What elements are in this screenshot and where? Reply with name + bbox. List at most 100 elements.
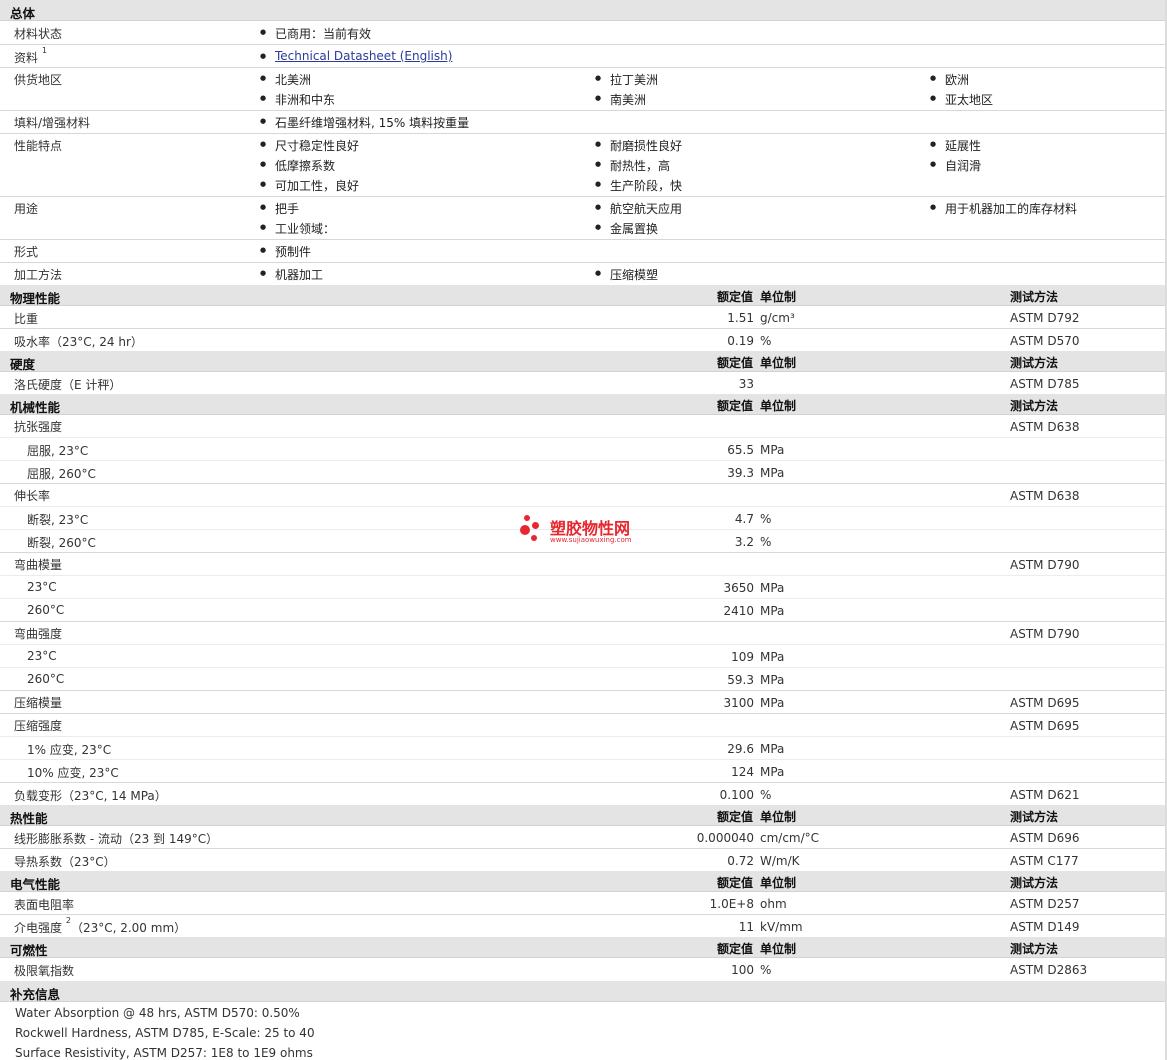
section-title: 物理性能 bbox=[10, 291, 61, 306]
use-item: 工业领域： bbox=[260, 220, 335, 237]
column-unit-header: 单位制 bbox=[760, 810, 797, 824]
property-label: 抗张强度 bbox=[14, 420, 63, 434]
property-method: ASTM D257 bbox=[1010, 897, 1080, 911]
column-method-header: 测试方法 bbox=[1010, 876, 1059, 890]
property-value: 0.72 bbox=[727, 854, 754, 868]
property-label: 负载变形（23°C, 14 MPa） bbox=[14, 789, 167, 803]
property-unit: % bbox=[760, 535, 772, 549]
property-method: ASTM D696 bbox=[1010, 831, 1080, 845]
property-unit: % bbox=[760, 334, 772, 348]
property-label: 吸水率（23°C, 24 hr） bbox=[14, 335, 143, 349]
column-method-header: 测试方法 bbox=[1010, 290, 1059, 304]
property-label: 弯曲模量 bbox=[14, 558, 63, 572]
property-method: ASTM D570 bbox=[1010, 334, 1080, 348]
use-item: 航空航天应用 bbox=[595, 200, 682, 217]
property-method: ASTM D695 bbox=[1010, 719, 1080, 733]
section-header-thermal: 热性能 额定值 单位制 测试方法 bbox=[0, 805, 1167, 826]
property-label: 比重 bbox=[14, 312, 39, 326]
column-value-header: 额定值 bbox=[716, 876, 753, 890]
property-sublabel: 断裂, 260°C bbox=[27, 536, 96, 550]
column-method-header: 测试方法 bbox=[1010, 810, 1059, 824]
docs-label: 资料 1 bbox=[14, 46, 47, 65]
section-title: 硬度 bbox=[10, 357, 36, 372]
region-item: 南美洲 bbox=[595, 91, 646, 108]
column-unit-header: 单位制 bbox=[760, 942, 797, 956]
use-item: 把手 bbox=[260, 200, 299, 217]
property-unit: MPa bbox=[760, 581, 785, 595]
watermark-url: www.sujiaowuxing.com bbox=[550, 536, 632, 544]
form-value: 预制件 bbox=[260, 243, 311, 260]
regions-label: 供货地区 bbox=[14, 73, 63, 87]
section-title: 总体 bbox=[10, 6, 36, 21]
property-unit: MPa bbox=[760, 443, 785, 457]
property-value: 33 bbox=[738, 377, 754, 391]
property-unit: W/m/K bbox=[760, 854, 800, 868]
feature-item: 尺寸稳定性良好 bbox=[260, 137, 359, 154]
column-unit-header: 单位制 bbox=[760, 356, 797, 370]
property-value: 1.0E+8 bbox=[709, 897, 754, 911]
property-label: 压缩模量 bbox=[14, 696, 63, 710]
property-unit: cm/cm/°C bbox=[760, 831, 820, 845]
section-header-supplement: 补充信息 bbox=[0, 981, 1167, 1002]
supplement-note: Surface Resistivity, ASTM D257: 1E8 to 1… bbox=[15, 1046, 313, 1060]
feature-item: 生产阶段，快 bbox=[595, 177, 682, 194]
feature-item: 可加工性，良好 bbox=[260, 177, 359, 194]
column-method-header: 测试方法 bbox=[1010, 356, 1059, 370]
property-method: ASTM D621 bbox=[1010, 788, 1080, 802]
property-method: ASTM D638 bbox=[1010, 420, 1080, 434]
section-header-hardness: 硬度 额定值 单位制 测试方法 bbox=[0, 351, 1167, 372]
section-title: 可燃性 bbox=[10, 943, 48, 958]
property-label: 极限氧指数 bbox=[14, 964, 75, 978]
property-method: ASTM C177 bbox=[1010, 854, 1079, 868]
watermark-logo: 塑胶物性网 www.sujiaowuxing.com bbox=[520, 513, 660, 549]
property-sublabel: 23°C bbox=[27, 580, 57, 594]
property-unit: MPa bbox=[760, 604, 785, 618]
property-sublabel: 1% 应变, 23°C bbox=[27, 743, 112, 757]
feature-item: 耐热性，高 bbox=[595, 157, 670, 174]
property-value: 4.7 bbox=[734, 512, 754, 526]
feature-item: 耐磨损性良好 bbox=[595, 137, 682, 154]
property-method: ASTM D2863 bbox=[1010, 963, 1088, 977]
form-label: 形式 bbox=[14, 245, 39, 259]
property-label: 导热系数（23°C） bbox=[14, 855, 116, 869]
property-value: 65.5 bbox=[727, 443, 754, 457]
property-sublabel: 10% 应变, 23°C bbox=[27, 766, 119, 780]
feature-item: 延展性 bbox=[930, 137, 981, 154]
column-value-header: 额定值 bbox=[716, 810, 753, 824]
column-method-header: 测试方法 bbox=[1010, 942, 1059, 956]
property-unit: % bbox=[760, 788, 772, 802]
section-title: 电气性能 bbox=[10, 877, 61, 892]
property-method: ASTM D785 bbox=[1010, 377, 1080, 391]
feature-item: 低摩擦系数 bbox=[260, 157, 335, 174]
features-label: 性能特点 bbox=[14, 139, 63, 153]
property-method: ASTM D695 bbox=[1010, 696, 1080, 710]
process-item: 机器加工 bbox=[260, 266, 323, 283]
property-sublabel: 260°C bbox=[27, 603, 65, 617]
property-value: 59.3 bbox=[727, 673, 754, 687]
section-header-general: 总体 bbox=[0, 0, 1167, 21]
property-unit: kV/mm bbox=[760, 920, 803, 934]
property-label: 伸长率 bbox=[14, 489, 51, 503]
region-item: 亚太地区 bbox=[930, 91, 993, 108]
use-item: 金属置换 bbox=[595, 220, 658, 237]
column-value-header: 额定值 bbox=[716, 942, 753, 956]
property-value: 0.100 bbox=[719, 788, 754, 802]
column-method-header: 测试方法 bbox=[1010, 399, 1059, 413]
status-label: 材料状态 bbox=[14, 27, 63, 41]
property-value: 3.2 bbox=[734, 535, 754, 549]
region-item: 北美洲 bbox=[260, 71, 311, 88]
property-value: 29.6 bbox=[727, 742, 754, 756]
section-header-physical: 物理性能 额定值 单位制 测试方法 bbox=[0, 285, 1167, 306]
technical-datasheet-link[interactable]: Technical Datasheet (English) bbox=[275, 49, 452, 63]
section-title: 热性能 bbox=[10, 811, 48, 826]
property-value: 124 bbox=[731, 765, 754, 779]
property-label: 介电强度 2（23°C, 2.00 mm） bbox=[14, 916, 187, 935]
property-value: 3650 bbox=[723, 581, 754, 595]
property-sublabel: 断裂, 23°C bbox=[27, 513, 89, 527]
region-item: 非洲和中东 bbox=[260, 91, 335, 108]
property-value: 1.51 bbox=[727, 311, 754, 325]
property-label: 压缩强度 bbox=[14, 719, 63, 733]
process-label: 加工方法 bbox=[14, 268, 63, 282]
property-unit: MPa bbox=[760, 742, 785, 756]
property-label: 表面电阻率 bbox=[14, 898, 75, 912]
